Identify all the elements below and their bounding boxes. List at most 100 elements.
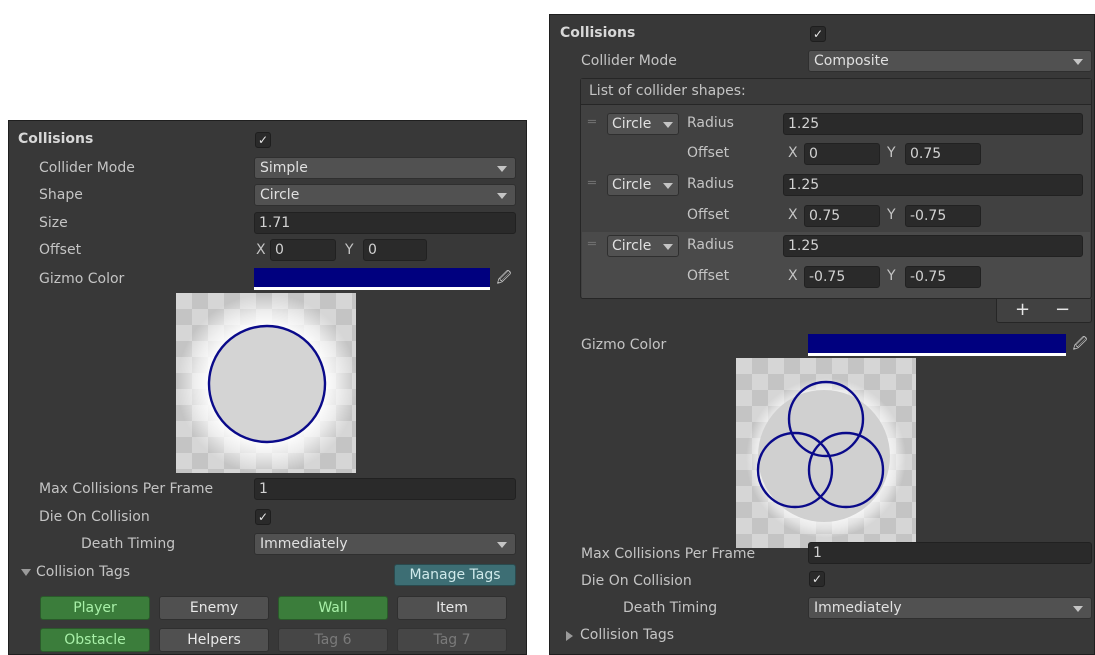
shape-label: Shape: [39, 187, 83, 203]
death-timing-label: Death Timing: [81, 536, 176, 552]
max-collisions-label: Max Collisions Per Frame: [581, 546, 756, 562]
offset-y-field[interactable]: -0.75: [905, 266, 981, 288]
collider-preview: [736, 358, 916, 548]
offset-x-label: X: [788, 207, 798, 223]
gizmo-color-label: Gizmo Color: [581, 337, 667, 353]
die-on-collision-label: Die On Collision: [581, 573, 692, 589]
left-inspector-panel: Collisions ✓ Collider Mode Simple Shape …: [8, 120, 527, 655]
drag-handle-icon[interactable]: ═: [588, 116, 596, 129]
shape-value: Circle: [260, 187, 300, 203]
gizmo-color-swatch[interactable]: [254, 268, 490, 290]
collider-mode-value: Composite: [814, 53, 889, 69]
chevron-down-icon: [663, 183, 673, 189]
alpha-bar: [808, 353, 1066, 356]
shape-type-dropdown[interactable]: Circle: [607, 113, 679, 135]
radius-label: Radius: [687, 237, 734, 253]
gizmo-color-swatch[interactable]: [808, 334, 1066, 356]
offset-x-field[interactable]: 0: [804, 143, 880, 165]
max-collisions-field[interactable]: 1: [254, 478, 516, 500]
collider-mode-label: Collider Mode: [39, 160, 135, 176]
size-field[interactable]: 1.71: [254, 212, 516, 234]
collider-mode-dropdown[interactable]: Simple: [254, 157, 516, 179]
collider-circle: [207, 324, 327, 444]
foldout-collapsed-icon[interactable]: [566, 631, 573, 641]
offset-y-label: Y: [887, 207, 896, 223]
tag-toggle-helpers[interactable]: Helpers: [159, 628, 269, 652]
offset-x-field[interactable]: 0: [270, 239, 336, 261]
die-on-collision-checkbox[interactable]: ✓: [809, 571, 825, 587]
die-on-collision-label: Die On Collision: [39, 509, 150, 525]
eyedropper-icon[interactable]: 🖉: [1070, 333, 1090, 355]
tag-toggle-item[interactable]: Item: [397, 596, 507, 620]
die-on-collision-checkbox[interactable]: ✓: [255, 509, 271, 525]
death-timing-label: Death Timing: [623, 600, 718, 616]
radius-label: Radius: [687, 176, 734, 192]
shape-dropdown[interactable]: Circle: [254, 184, 516, 206]
list-item: ═ Circle Radius 1.25 Offset X 0.75 Y -0.…: [581, 174, 1091, 235]
collisions-enabled-checkbox[interactable]: ✓: [255, 132, 271, 148]
collisions-header[interactable]: Collisions: [18, 131, 93, 147]
drag-handle-icon[interactable]: ═: [588, 177, 596, 190]
collision-tags-foldout[interactable]: Collision Tags: [580, 627, 674, 643]
tag-toggle-obstacle[interactable]: Obstacle: [40, 628, 150, 652]
collider-preview-svg: [746, 378, 906, 538]
offset-y-field[interactable]: -0.75: [905, 205, 981, 227]
radius-label: Radius: [687, 115, 734, 131]
offset-label: Offset: [687, 207, 730, 223]
tag-toggle-tag-6[interactable]: Tag 6: [278, 628, 388, 652]
list-controls: + −: [996, 299, 1092, 323]
offset-x-field[interactable]: 0.75: [804, 205, 880, 227]
collider-mode-dropdown[interactable]: Composite: [808, 50, 1092, 72]
offset-y-label: Y: [345, 242, 354, 258]
max-collisions-label: Max Collisions Per Frame: [39, 481, 214, 497]
death-timing-value: Immediately: [814, 600, 902, 616]
chevron-down-icon: [663, 244, 673, 250]
chevron-down-icon: [497, 193, 507, 199]
radius-field[interactable]: 1.25: [783, 113, 1083, 135]
alpha-bar: [254, 287, 490, 290]
radius-field[interactable]: 1.25: [783, 235, 1083, 257]
max-collisions-field[interactable]: 1: [808, 542, 1092, 564]
collisions-enabled-checkbox[interactable]: ✓: [810, 26, 826, 42]
radius-field[interactable]: 1.25: [783, 174, 1083, 196]
collision-tags-foldout[interactable]: Collision Tags: [36, 564, 130, 580]
tag-toggle-player[interactable]: Player: [40, 596, 150, 620]
shape-type-value: Circle: [612, 177, 652, 193]
collider-preview-svg: [177, 294, 356, 473]
collider-shapes-list: List of collider shapes: ═ Circle Radius…: [580, 78, 1092, 299]
shape-type-dropdown[interactable]: Circle: [607, 235, 679, 257]
foldout-expanded-icon[interactable]: [21, 569, 31, 576]
shape-type-dropdown[interactable]: Circle: [607, 174, 679, 196]
remove-item-button[interactable]: −: [1055, 299, 1070, 321]
offset-x-label: X: [788, 268, 798, 284]
manage-tags-button[interactable]: Manage Tags: [394, 564, 516, 586]
chevron-down-icon: [497, 166, 507, 172]
list-title: List of collider shapes:: [589, 83, 746, 99]
offset-y-label: Y: [887, 145, 896, 161]
tag-toggle-enemy[interactable]: Enemy: [159, 596, 269, 620]
collider-mode-label: Collider Mode: [581, 53, 677, 69]
offset-y-field[interactable]: 0: [363, 239, 427, 261]
eyedropper-icon[interactable]: 🖉: [494, 267, 514, 289]
tag-toggle-tag-7[interactable]: Tag 7: [397, 628, 507, 652]
collider-mode-value: Simple: [260, 160, 308, 176]
add-item-button[interactable]: +: [1015, 299, 1030, 321]
offset-y-label: Y: [887, 268, 896, 284]
list-item-selected[interactable]: ═ Circle Radius 1.25 Offset X -0.75 Y -0…: [582, 232, 1090, 298]
size-label: Size: [39, 215, 68, 231]
offset-x-field[interactable]: -0.75: [804, 266, 880, 288]
drag-handle-icon[interactable]: ═: [588, 238, 596, 251]
death-timing-value: Immediately: [260, 536, 348, 552]
chevron-down-icon: [497, 542, 507, 548]
collisions-header[interactable]: Collisions: [560, 25, 635, 41]
offset-label: Offset: [687, 145, 730, 161]
right-inspector-panel: Collisions ✓ Collider Mode Composite Lis…: [549, 14, 1095, 655]
offset-label: Offset: [687, 268, 730, 284]
chevron-down-icon: [663, 122, 673, 128]
shape-type-value: Circle: [612, 116, 652, 132]
tag-toggle-wall[interactable]: Wall: [278, 596, 388, 620]
death-timing-dropdown[interactable]: Immediately: [254, 533, 516, 555]
offset-y-field[interactable]: 0.75: [905, 143, 981, 165]
death-timing-dropdown[interactable]: Immediately: [808, 597, 1092, 619]
chevron-down-icon: [1073, 59, 1083, 65]
